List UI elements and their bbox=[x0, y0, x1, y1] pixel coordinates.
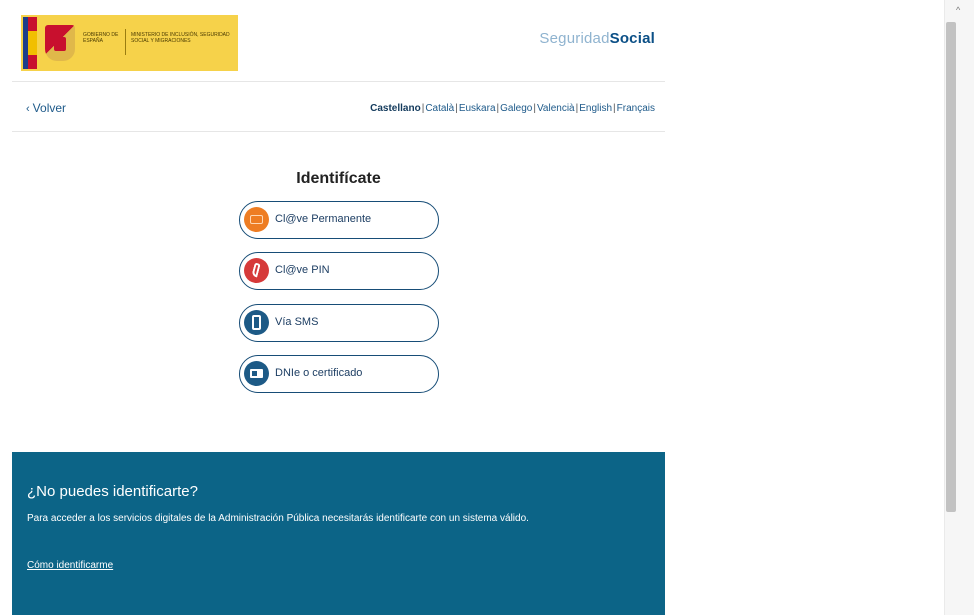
help-panel: ¿No puedes identificarte? Para acceder a… bbox=[12, 452, 665, 615]
via-sms-button[interactable]: Vía SMS bbox=[239, 304, 439, 342]
phone-icon bbox=[244, 310, 269, 335]
back-link[interactable]: ‹ Volver bbox=[26, 101, 66, 115]
dnie-certificado-button[interactable]: DNIe o certificado bbox=[239, 355, 439, 393]
how-to-identify-link[interactable]: Cómo identificarme bbox=[27, 560, 113, 571]
vertical-scrollbar[interactable]: ^ bbox=[944, 0, 974, 615]
key-card-icon bbox=[244, 207, 269, 232]
option-label: DNIe o certificado bbox=[275, 367, 363, 379]
page-title: Identifícate bbox=[296, 170, 381, 187]
page: GOBIERNO DE ESPAÑA MINISTERIO DE INCLUSI… bbox=[0, 0, 944, 615]
main-content: GOBIERNO DE ESPAÑA MINISTERIO DE INCLUSI… bbox=[12, 0, 665, 615]
coat-of-arms-icon bbox=[45, 25, 75, 61]
ministry-text: MINISTERIO DE INCLUSIÓN, SEGURIDAD SOCIA… bbox=[131, 32, 230, 44]
lang-galego[interactable]: Galego bbox=[500, 103, 532, 114]
lang-english[interactable]: English bbox=[579, 103, 612, 114]
back-label: Volver bbox=[32, 101, 67, 115]
pin-icon bbox=[244, 258, 269, 283]
help-title: ¿No puedes identificarte? bbox=[27, 483, 198, 500]
option-label: Cl@ve Permanente bbox=[275, 213, 372, 225]
scroll-thumb[interactable] bbox=[946, 22, 956, 512]
clave-permanente-button[interactable]: Cl@ve Permanente bbox=[239, 201, 439, 239]
chevron-left-icon: ‹ bbox=[26, 103, 30, 115]
brand-part1: Seguridad bbox=[539, 30, 610, 47]
government-logo[interactable]: GOBIERNO DE ESPAÑA MINISTERIO DE INCLUSI… bbox=[21, 15, 238, 71]
option-label: Vía SMS bbox=[275, 316, 319, 328]
certificate-icon bbox=[244, 361, 269, 386]
lang-castellano[interactable]: Castellano bbox=[370, 103, 421, 114]
brand-part2: Social bbox=[609, 30, 655, 47]
lang-valencia[interactable]: Valencià bbox=[537, 103, 575, 114]
lang-catala[interactable]: Català bbox=[425, 103, 454, 114]
lang-euskara[interactable]: Euskara bbox=[459, 103, 496, 114]
language-selector: Castellano|Català|Euskara|Galego|Valenci… bbox=[370, 103, 655, 114]
scroll-up-icon[interactable]: ^ bbox=[956, 5, 960, 15]
clave-pin-button[interactable]: Cl@ve PIN bbox=[239, 252, 439, 290]
flag-stripe bbox=[23, 17, 37, 69]
header: GOBIERNO DE ESPAÑA MINISTERIO DE INCLUSI… bbox=[12, 0, 665, 82]
government-text: GOBIERNO DE ESPAÑA bbox=[83, 32, 119, 44]
logo-divider bbox=[125, 29, 126, 55]
help-description: Para acceder a los servicios digitales d… bbox=[27, 513, 529, 524]
seguridad-social-logo[interactable]: SeguridadSocial bbox=[539, 30, 655, 47]
option-label: Cl@ve PIN bbox=[275, 264, 330, 276]
lang-francais[interactable]: Français bbox=[617, 103, 655, 114]
navigation-bar: ‹ Volver Castellano|Català|Euskara|Galego… bbox=[12, 82, 665, 132]
